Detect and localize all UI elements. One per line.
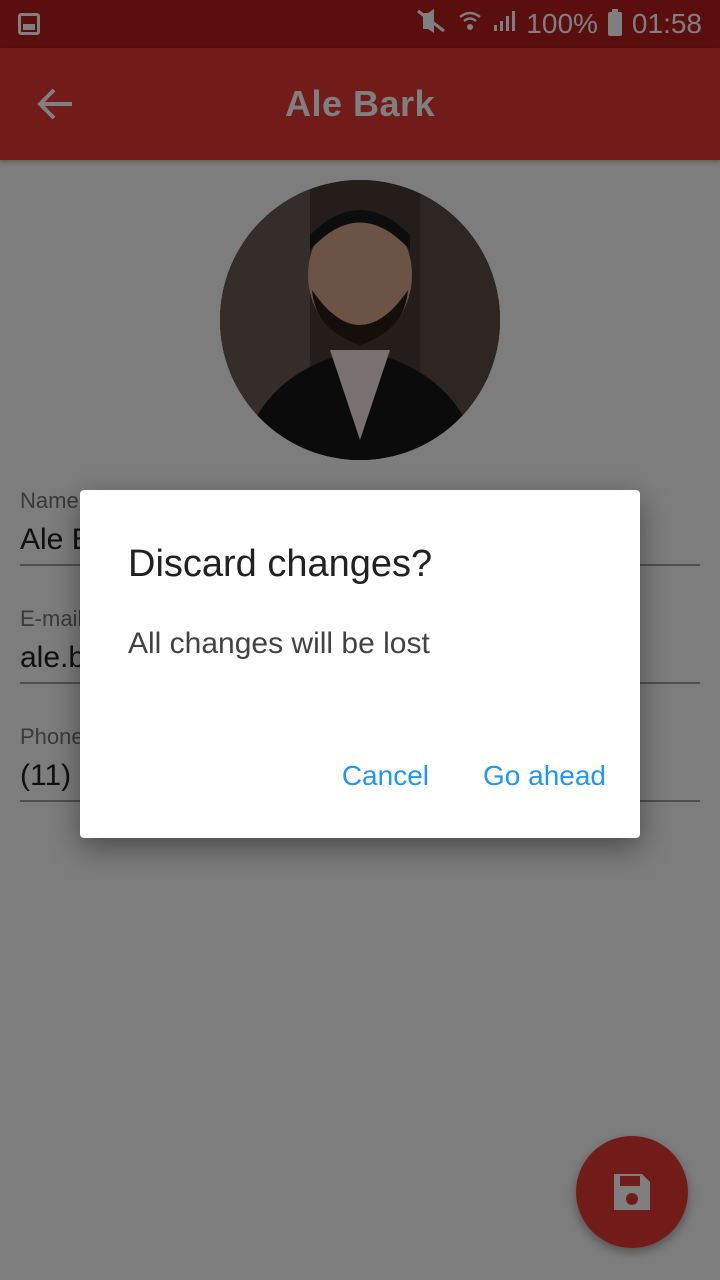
dialog-actions: Cancel Go ahead bbox=[342, 760, 606, 792]
go-ahead-button[interactable]: Go ahead bbox=[483, 760, 606, 792]
discard-dialog: Discard changes? All changes will be los… bbox=[80, 490, 640, 838]
dialog-title: Discard changes? bbox=[128, 543, 433, 585]
cancel-button[interactable]: Cancel bbox=[342, 760, 429, 792]
dialog-message: All changes will be lost bbox=[128, 627, 430, 660]
